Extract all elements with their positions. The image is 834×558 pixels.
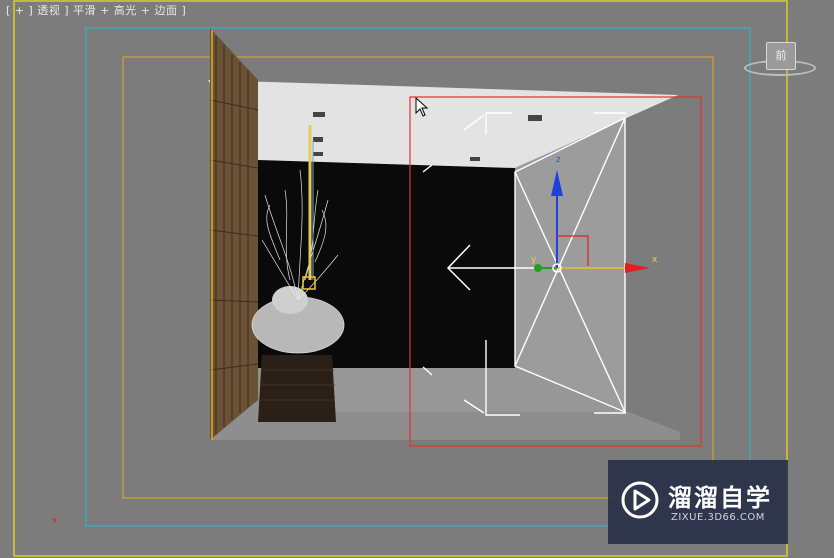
ceiling-light [528, 115, 542, 121]
gizmo-y-label: y [531, 255, 537, 265]
gizmo-y-handle[interactable] [534, 264, 542, 272]
ceiling-light [313, 137, 323, 142]
origin-axis-marker: x [52, 516, 58, 526]
viewcube-front-face[interactable]: 前 [766, 42, 796, 70]
left-wall-wood [210, 28, 258, 440]
play-logo-icon [621, 481, 659, 519]
pedestal [258, 355, 336, 422]
watermark-badge: 溜溜自学 ZIXUE.3D66.COM [608, 460, 788, 544]
watermark-title: 溜溜自学 [668, 484, 772, 512]
ceiling-light [313, 152, 323, 156]
right-wall [515, 118, 625, 412]
perspective-viewport[interactable]: z x y x [ + ] 透视 ] 平滑 + 高光 + 边面 ] 前 溜溜自学… [0, 0, 834, 558]
viewport-label-menu[interactable]: [ + ] 透视 ] 平滑 + 高光 + 边面 ] [6, 2, 186, 18]
viewcube[interactable]: 前 [744, 38, 816, 78]
ceiling-light [313, 112, 325, 117]
plant-bulb [272, 286, 308, 314]
ceiling-light [470, 157, 480, 161]
mouse-cursor-icon [415, 97, 429, 117]
watermark-url: ZIXUE.3D66.COM [671, 512, 765, 523]
gizmo-x-arrow[interactable] [625, 263, 650, 273]
gizmo-x-label: x [652, 255, 658, 265]
gizmo-z-label: z [556, 155, 561, 165]
